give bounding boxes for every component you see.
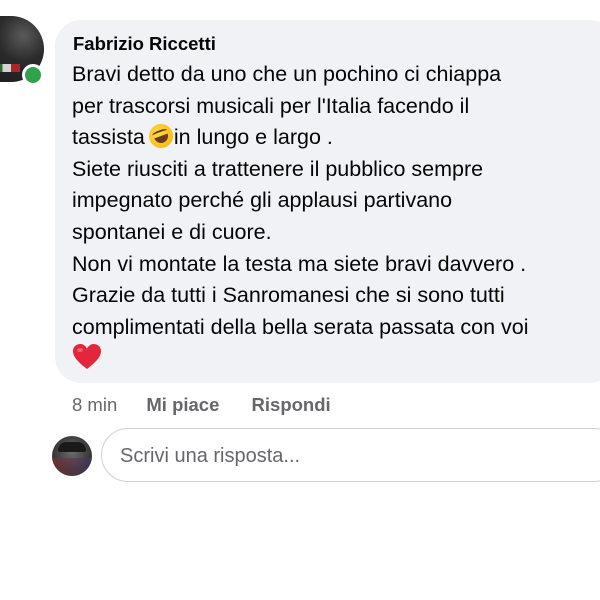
current-user-avatar[interactable] [52,436,92,476]
reply-box[interactable] [101,428,600,482]
avatar-hat-shape [58,442,86,452]
comment-line: per trascorsi musicali per l'Italia face… [72,93,470,118]
comment-fragment: in lungo e largo . [173,125,333,150]
comment-line: complimentati della bella serata passata… [72,314,529,339]
comment-line: tassista in lungo e largo . [72,120,600,154]
comment-fragment: tassista [72,125,145,150]
comment-line [72,343,600,375]
comment-line: Grazie da tutti i Sanromanesi che si son… [72,283,505,308]
comment-line: Bravi detto da uno che un pochino ci chi… [72,62,502,86]
reply-button[interactable]: Rispondi [252,394,331,416]
online-status-dot [22,64,44,86]
comment-line: impegnato perché gli applausi partivano [72,188,453,213]
like-button[interactable]: Mi piace [146,394,219,416]
comment-author[interactable]: Fabrizio Riccetti [73,33,216,55]
comment-line: Non vi montate la testa ma siete bravi d… [72,251,527,276]
comment-text: Bravi detto da uno che un pochino ci chi… [72,59,600,375]
reply-input[interactable] [120,443,590,469]
rolling-on-floor-laughing-icon [145,120,177,152]
comment-line: Siete riusciti a trattenere il pubblico … [72,156,484,181]
comment-line: spontanei e di cuore. [72,219,272,244]
comment-actions: 8 min Mi piace Rispondi [72,394,331,416]
comment-timestamp[interactable]: 8 min [72,394,117,416]
red-heart-icon [73,344,101,370]
avatar-shadow-shape [52,458,92,476]
avatar-flag-badge [0,64,20,72]
